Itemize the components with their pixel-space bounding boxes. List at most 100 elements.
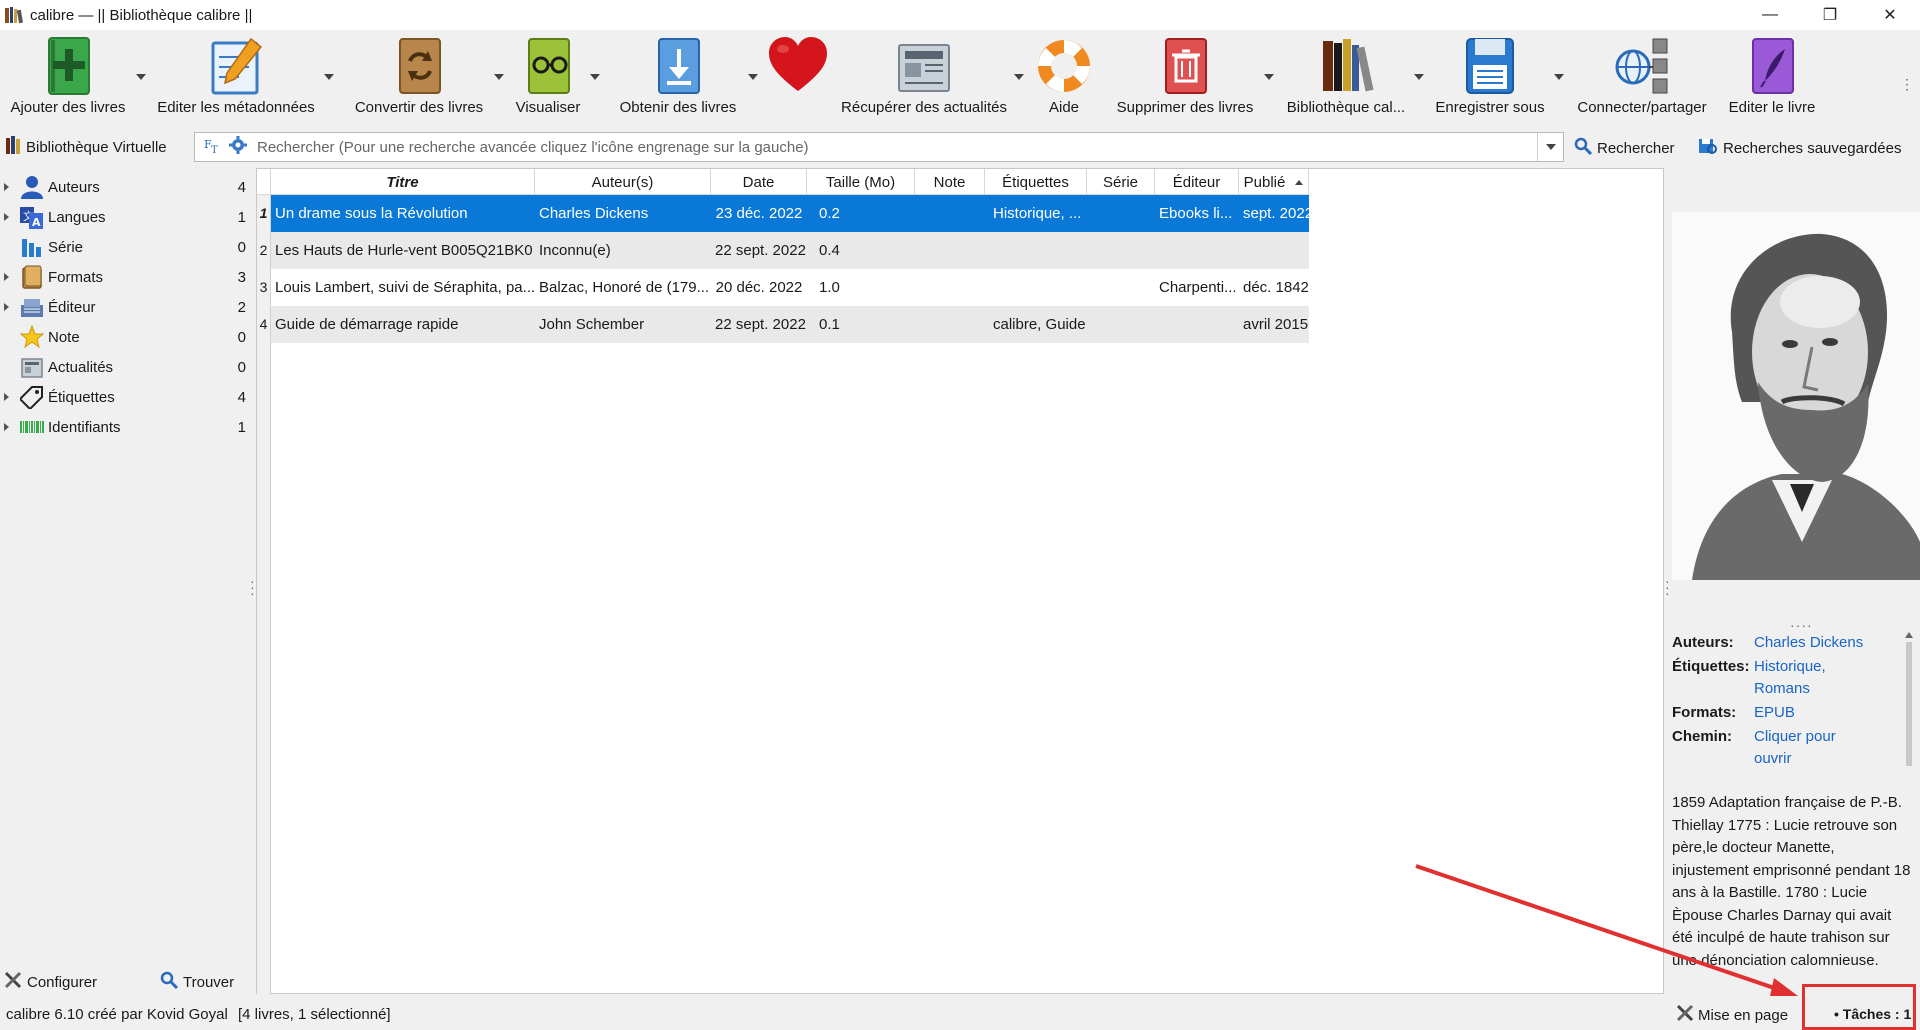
- cell-title[interactable]: Louis Lambert, suivi de Séraphita, pa...: [271, 279, 535, 296]
- find-button[interactable]: Trouver: [160, 970, 234, 994]
- cell-published[interactable]: déc. 1842: [1239, 279, 1309, 296]
- cell-authors[interactable]: Charles Dickens: [535, 205, 711, 222]
- connect-share-button[interactable]: Connecter/partager: [1572, 30, 1712, 130]
- add-books-button[interactable]: Ajouter des livres: [2, 30, 134, 130]
- details-scrollbar[interactable]: [1902, 632, 1916, 978]
- tag-link-romans[interactable]: Romans: [1754, 678, 1826, 700]
- tag-category-formats[interactable]: Formats 3: [0, 262, 252, 292]
- expand-arrow-icon[interactable]: [4, 423, 9, 431]
- cell-published[interactable]: avril 2015: [1239, 316, 1309, 333]
- cell-published[interactable]: sept. 2022: [1239, 205, 1309, 222]
- expand-arrow-icon[interactable]: [4, 183, 9, 191]
- remove-books-dropdown-arrow[interactable]: [1264, 74, 1274, 80]
- cell-size[interactable]: 1.0: [807, 279, 915, 296]
- column-header-tags[interactable]: Étiquettes: [985, 169, 1087, 195]
- tag-category-languages[interactable]: 文A Langues 1: [0, 202, 252, 232]
- tag-category-news[interactable]: Actualités 0: [0, 352, 252, 382]
- cell-publisher[interactable]: Ebooks li...: [1155, 205, 1239, 222]
- search-input[interactable]: FT Rechercher (Pour une recherche avancé…: [194, 132, 1564, 162]
- tag-link-historique[interactable]: Historique,: [1754, 656, 1826, 678]
- cell-size[interactable]: 0.2: [807, 205, 915, 222]
- search-mode-icon[interactable]: FT: [203, 137, 221, 158]
- saved-searches-button[interactable]: Recherches sauvegardées: [1698, 137, 1901, 159]
- author-link[interactable]: Charles Dickens: [1754, 632, 1863, 654]
- column-header-series[interactable]: Série: [1087, 169, 1155, 195]
- convert-books-dropdown-arrow[interactable]: [494, 74, 504, 80]
- library-button[interactable]: Bibliothèque cal...: [1284, 30, 1408, 130]
- scroll-up-icon[interactable]: [1905, 632, 1913, 638]
- save-to-disk-dropdown-arrow[interactable]: [1554, 74, 1564, 80]
- column-header-title[interactable]: Titre: [271, 169, 535, 195]
- cell-date[interactable]: 22 sept. 2022: [711, 242, 807, 259]
- cell-authors[interactable]: John Schember: [535, 316, 711, 333]
- view-book-dropdown-arrow[interactable]: [590, 74, 600, 80]
- expand-arrow-icon[interactable]: [4, 213, 9, 221]
- cell-title[interactable]: Guide de démarrage rapide: [271, 316, 535, 333]
- edit-metadata-dropdown-arrow[interactable]: [324, 74, 334, 80]
- add-books-dropdown-arrow[interactable]: [136, 74, 146, 80]
- search-button[interactable]: Rechercher: [1574, 137, 1675, 159]
- cell-tags[interactable]: Historique, ...: [985, 205, 1087, 222]
- convert-books-button[interactable]: Convertir des livres: [346, 30, 492, 130]
- expand-arrow-icon[interactable]: [4, 393, 9, 401]
- cell-date[interactable]: 23 déc. 2022: [711, 205, 807, 222]
- tag-category-series[interactable]: Série 0: [0, 232, 252, 262]
- cell-title[interactable]: Un drame sous la Révolution: [271, 205, 535, 222]
- cell-size[interactable]: 0.1: [807, 316, 915, 333]
- table-row[interactable]: 3 Louis Lambert, suivi de Séraphita, pa.…: [257, 269, 1309, 306]
- right-splitter-handle[interactable]: · · ·: [1665, 574, 1670, 600]
- cell-date[interactable]: 22 sept. 2022: [711, 316, 807, 333]
- close-button[interactable]: ✕: [1860, 0, 1920, 30]
- cell-date[interactable]: 20 déc. 2022: [711, 279, 807, 296]
- cell-title[interactable]: Les Hauts de Hurle-vent B005Q21BK0: [271, 242, 535, 259]
- column-header-size[interactable]: Taille (Mo): [807, 169, 915, 195]
- book-cover-image[interactable]: [1672, 212, 1920, 580]
- maximize-button[interactable]: ❐: [1800, 0, 1860, 30]
- cell-authors[interactable]: Balzac, Honoré de (179...: [535, 279, 711, 296]
- configure-button[interactable]: Configurer: [4, 970, 97, 994]
- search-history-dropdown[interactable]: [1537, 133, 1563, 161]
- table-row[interactable]: 4 Guide de démarrage rapide John Schembe…: [257, 306, 1309, 343]
- column-header-date[interactable]: Date: [711, 169, 807, 195]
- tag-category-identifiers[interactable]: Identifiants 1: [0, 412, 252, 442]
- virtual-library-button[interactable]: Bibliothèque Virtuelle: [6, 136, 167, 158]
- table-row[interactable]: 1 Un drame sous la Révolution Charles Di…: [257, 195, 1309, 232]
- save-to-disk-button[interactable]: Enregistrer sous: [1432, 30, 1548, 130]
- cell-size[interactable]: 0.4: [807, 242, 915, 259]
- cover-splitter-handle[interactable]: ····: [1790, 618, 1813, 632]
- fetch-news-dropdown-arrow[interactable]: [1014, 74, 1024, 80]
- format-link-epub[interactable]: EPUB: [1754, 702, 1795, 724]
- remove-books-button[interactable]: Supprimer des livres: [1110, 30, 1260, 130]
- column-header-authors[interactable]: Auteur(s): [535, 169, 711, 195]
- column-header-publisher[interactable]: Éditeur: [1155, 169, 1239, 195]
- advanced-search-gear-icon[interactable]: [229, 136, 247, 158]
- path-link-continued[interactable]: ouvrir: [1754, 748, 1836, 770]
- view-book-button[interactable]: Visualiser: [508, 30, 588, 130]
- tag-category-rating[interactable]: Note 0: [0, 322, 252, 352]
- table-row[interactable]: 2 Les Hauts de Hurle-vent B005Q21BK0 Inc…: [257, 232, 1309, 269]
- expand-arrow-icon[interactable]: [4, 273, 9, 281]
- column-header-rating[interactable]: Note: [915, 169, 985, 195]
- scrollbar-thumb[interactable]: [1906, 642, 1912, 766]
- minimize-button[interactable]: —: [1740, 0, 1800, 30]
- path-link[interactable]: Cliquer pour: [1754, 726, 1836, 748]
- cell-authors[interactable]: Inconnu(e): [535, 242, 711, 259]
- cell-publisher[interactable]: Charpenti...: [1155, 279, 1239, 296]
- column-header-published[interactable]: Publié: [1239, 169, 1309, 195]
- cell-tags[interactable]: calibre, Guide: [985, 316, 1087, 333]
- expand-arrow-icon[interactable]: [4, 303, 9, 311]
- left-splitter-handle[interactable]: · · ·: [250, 574, 255, 600]
- fetch-news-button[interactable]: Récupérer des actualités: [836, 30, 1012, 130]
- layout-button[interactable]: Mise en page: [1676, 1004, 1788, 1026]
- edit-book-button[interactable]: Editer le livre: [1720, 30, 1824, 130]
- tag-category-publisher[interactable]: Éditeur 2: [0, 292, 252, 322]
- library-dropdown-arrow[interactable]: [1414, 74, 1424, 80]
- toolbar-overflow-icon[interactable]: ⋮: [1900, 76, 1914, 93]
- get-books-button[interactable]: Obtenir des livres: [612, 30, 744, 130]
- tag-category-tags[interactable]: Étiquettes 4: [0, 382, 252, 412]
- edit-metadata-button[interactable]: Editer les métadonnées: [156, 30, 316, 130]
- donate-button[interactable]: [766, 30, 830, 130]
- help-button[interactable]: Aide: [1034, 30, 1094, 130]
- get-books-dropdown-arrow[interactable]: [748, 74, 758, 80]
- tag-category-authors[interactable]: Auteurs 4: [0, 172, 252, 202]
